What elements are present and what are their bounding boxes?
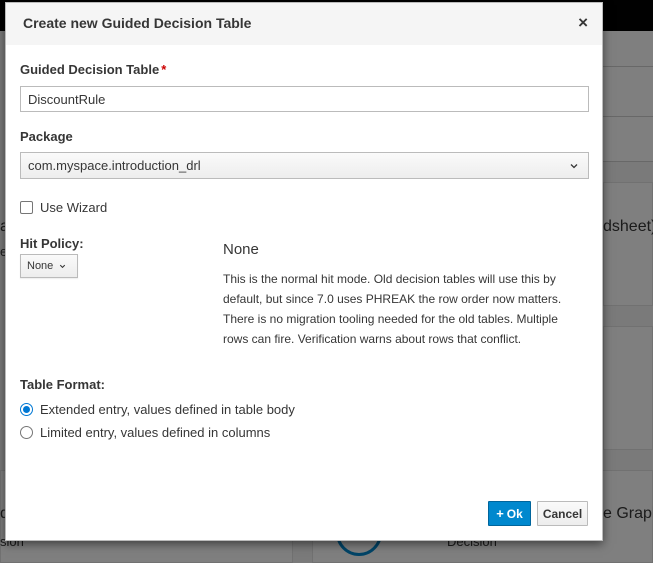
limited-entry-radio[interactable] bbox=[20, 426, 33, 439]
package-label: Package bbox=[20, 129, 73, 144]
table-format-option-limited[interactable]: Limited entry, values defined in columns bbox=[20, 425, 270, 440]
chevron-down-icon bbox=[570, 163, 578, 168]
table-name-input[interactable] bbox=[20, 86, 589, 112]
hit-policy-description: This is the normal hit mode. Old decisio… bbox=[223, 272, 562, 346]
ok-button-label: Ok bbox=[506, 506, 523, 521]
hit-policy-title: None bbox=[223, 241, 259, 258]
limited-entry-label: Limited entry, values defined in columns bbox=[40, 425, 271, 440]
use-wizard-option[interactable]: Use Wizard bbox=[20, 200, 107, 215]
cancel-button[interactable]: Cancel bbox=[537, 501, 588, 526]
create-decision-table-dialog: Create new Guided Decision Table × Guide… bbox=[5, 2, 603, 541]
hit-policy-label: Hit Policy: bbox=[20, 236, 84, 251]
package-select-value: com.myspace.introduction_drl bbox=[28, 158, 201, 173]
plus-icon: + bbox=[496, 506, 504, 521]
required-marker: * bbox=[161, 62, 167, 77]
use-wizard-label: Use Wizard bbox=[40, 200, 108, 215]
ok-button[interactable]: + Ok bbox=[488, 501, 531, 526]
dialog-title: Create new Guided Decision Table bbox=[23, 15, 252, 31]
table-format-label: Table Format: bbox=[20, 377, 105, 392]
hit-policy-dropdown[interactable]: None bbox=[20, 254, 78, 278]
name-label-text: Guided Decision Table bbox=[20, 62, 160, 77]
hit-policy-value: None bbox=[27, 260, 54, 272]
extended-entry-radio[interactable] bbox=[20, 403, 33, 416]
cancel-button-label: Cancel bbox=[542, 506, 583, 521]
close-icon[interactable]: × bbox=[578, 13, 588, 33]
use-wizard-checkbox[interactable] bbox=[20, 201, 33, 214]
name-field-label: Guided Decision Table * bbox=[20, 62, 166, 77]
table-format-option-extended[interactable]: Extended entry, values defined in table … bbox=[20, 402, 295, 417]
extended-entry-label: Extended entry, values defined in table … bbox=[40, 402, 295, 417]
chevron-down-icon bbox=[60, 264, 66, 268]
package-select[interactable]: com.myspace.introduction_drl bbox=[20, 152, 589, 179]
dialog-header: Create new Guided Decision Table × bbox=[6, 3, 602, 45]
